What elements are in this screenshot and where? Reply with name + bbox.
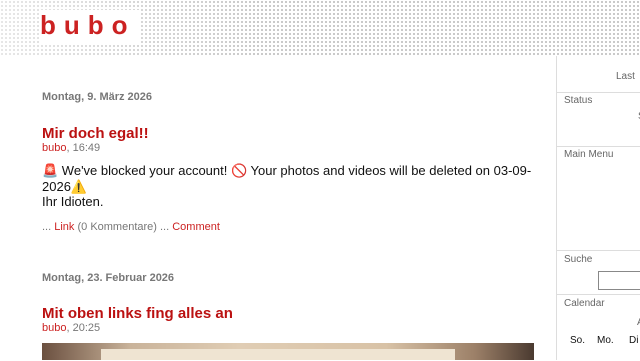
post-body-line: Ihr Idioten. (42, 194, 104, 209)
post-body: 🚨 We've blocked your account! 🚫 Your pho… (42, 163, 542, 210)
post-body-line: 🚨 We've blocked your account! 🚫 Your pho… (42, 163, 532, 178)
sidebar-status-label: Status (564, 95, 593, 106)
post-author-link[interactable]: bubo (42, 142, 66, 154)
sidebar: Last Status S Main Menu Suche Calendar A… (556, 56, 640, 360)
post-photo (42, 343, 534, 360)
post-title[interactable]: Mit oben links fing alles an (42, 305, 233, 322)
sidebar-menu-label: Main Menu (564, 149, 614, 160)
post-title[interactable]: Mir doch egal!! (42, 125, 149, 142)
calendar-weekday: Di (629, 335, 639, 346)
post-meta: bubo, 20:25 (42, 322, 100, 334)
sidebar-last-label: Last (616, 71, 635, 82)
sidebar-calendar-label: Calendar (564, 298, 605, 309)
calendar-weekday: Mo. (597, 335, 614, 346)
post-time: , 16:49 (66, 142, 101, 154)
blog-header: bubo (0, 0, 640, 56)
date-header: Montag, 23. Februar 2026 (42, 272, 175, 284)
post-body-line: 2026⚠️ (42, 178, 88, 194)
footer-ellipsis: ... (42, 221, 55, 233)
post-meta: bubo, 16:49 (42, 142, 100, 154)
permalink-link[interactable]: Link (54, 221, 74, 233)
post-time: , 20:25 (66, 322, 101, 334)
photo-highlight (101, 349, 456, 360)
search-input[interactable] (598, 271, 640, 290)
calendar-weekday: So. (570, 335, 586, 346)
post-author-link[interactable]: bubo (42, 322, 66, 334)
date-header: Montag, 9. März 2026 (42, 91, 153, 103)
comment-link[interactable]: Comment (172, 221, 220, 233)
blog-logo[interactable]: bubo (40, 10, 140, 43)
comments-count[interactable]: (0 Kommentare) ... (74, 221, 172, 233)
sidebar-search-label: Suche (564, 254, 593, 265)
post-footer: ... Link (0 Kommentare) ... Comment (42, 221, 220, 233)
sidebar-menu-section (557, 146, 640, 251)
